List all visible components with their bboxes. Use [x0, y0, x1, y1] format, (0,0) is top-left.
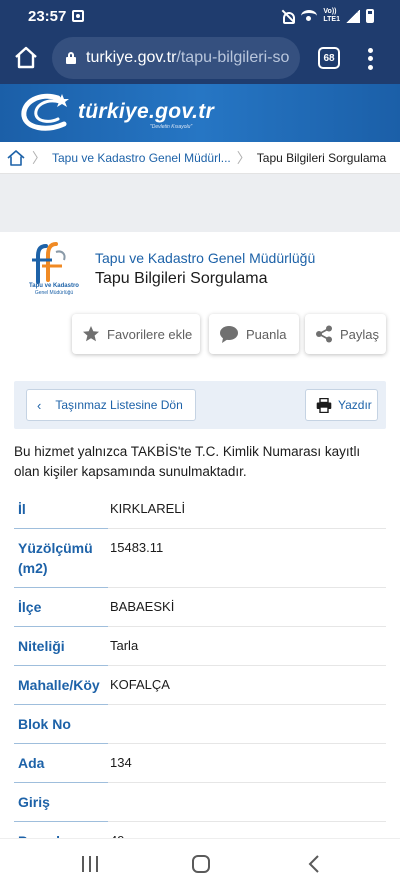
service-notice: Bu hizmet yalnızca TAKBİS'te T.C. Kimlik… — [14, 444, 361, 479]
share-icon — [315, 325, 333, 343]
info-value — [108, 705, 386, 744]
printer-icon — [316, 397, 332, 413]
site-logo-slogan: "Devletin Kısayolu" — [150, 124, 193, 130]
system-nav-bar — [0, 838, 400, 888]
breadcrumb-item-current: Tapu Bilgileri Sorgulama — [256, 150, 387, 165]
info-value: KOFALÇA — [108, 666, 386, 705]
info-row-yuzolcumu: Yüzölçümü (m2) 15483.11 — [14, 529, 386, 588]
info-row-ilce: İlçe BABAESKİ — [14, 588, 386, 627]
info-label: Niteliği — [14, 627, 108, 666]
site-logo-text[interactable]: türkiye.gov.tr — [78, 100, 214, 124]
info-label: Ada — [14, 744, 108, 783]
info-row-ada: Ada 134 — [14, 744, 386, 783]
back-to-list-label: Taşınmaz Listesine Dön — [55, 398, 183, 412]
mute-icon — [281, 9, 296, 24]
header-spacer — [0, 174, 400, 232]
property-info-list: İl KIRKLARELİ Yüzölçümü (m2) 15483.11 İl… — [14, 490, 386, 861]
menu-dot — [367, 47, 373, 53]
status-time: 23:57 — [28, 8, 67, 25]
info-label: Mahalle/Köy — [14, 666, 108, 705]
add-favorite-label: Favorilere ekle — [107, 326, 193, 342]
browser-home-button[interactable] — [12, 44, 40, 72]
notification-icon — [72, 10, 84, 22]
add-favorite-button[interactable]: Favorilere ekle — [72, 314, 200, 354]
menu-dot — [367, 65, 373, 71]
status-icons: Vo)) LTE1 — [281, 8, 374, 24]
tab-count: 68 — [323, 52, 335, 64]
browser-toolbar: turkiye.gov.tr/tapu-bilgileri-so 68 — [0, 34, 400, 84]
system-home-button[interactable] — [192, 855, 210, 873]
recent-apps-button[interactable] — [82, 856, 98, 872]
url-path: /tapu-bilgileri-so — [176, 49, 290, 66]
tab-switcher-button[interactable]: 68 — [318, 47, 340, 69]
chevron-right-icon: 〉 — [236, 149, 251, 166]
menu-dot — [367, 56, 373, 62]
tkgm-logo-caption: Tapu ve Kadastro Genel Müdürlüğü — [22, 283, 86, 297]
info-value: Tarla — [108, 627, 386, 666]
chevron-right-icon: 〉 — [32, 149, 46, 166]
info-row-giris: Giriş — [14, 783, 386, 822]
institution-name[interactable]: Tapu ve Kadastro Genel Müdürlüğü — [95, 250, 315, 266]
print-button[interactable]: Yazdır — [305, 389, 378, 421]
home-icon — [15, 46, 37, 69]
info-row-niteligi: Niteliği Tarla — [14, 627, 386, 666]
info-value: KIRKLARELİ — [108, 490, 386, 529]
network-label-top: Vo)) — [323, 8, 337, 15]
browser-menu-button[interactable] — [364, 46, 376, 72]
share-label: Paylaş — [340, 326, 380, 342]
action-panel: ‹ Taşınmaz Listesine Dön Yazdır — [14, 381, 386, 429]
wifi-icon — [301, 10, 318, 22]
info-label: İl — [14, 490, 108, 529]
breadcrumb-home-icon[interactable] — [6, 148, 26, 168]
system-back-button[interactable] — [306, 854, 322, 874]
tkgm-logo-caption-main: Tapu ve Kadastro — [29, 283, 79, 289]
star-icon — [82, 325, 100, 343]
info-value: BABAESKİ — [108, 588, 386, 627]
rate-label: Puanla — [246, 326, 287, 342]
info-value — [108, 783, 386, 822]
recent-bar — [96, 856, 98, 872]
network-label-bottom: LTE1 — [323, 16, 340, 23]
signal-icon — [346, 9, 360, 23]
speech-bubble-icon — [219, 325, 239, 343]
info-row-mahalle: Mahalle/Köy KOFALÇA — [14, 666, 386, 705]
share-button[interactable]: Paylaş — [305, 314, 386, 354]
chevron-left-icon: ‹ — [37, 397, 42, 413]
info-label: İlçe — [14, 588, 108, 627]
info-value: 134 — [108, 744, 386, 783]
breadcrumb: 〉 Tapu ve Kadastro Genel Müdürl... 〉 Tap… — [0, 142, 400, 174]
info-value: 15483.11 — [108, 529, 386, 588]
info-label: Blok No — [14, 705, 108, 744]
turkiye-logo-icon[interactable] — [18, 90, 74, 134]
address-bar[interactable]: turkiye.gov.tr/tapu-bilgileri-so — [52, 37, 300, 79]
info-row-il: İl KIRKLARELİ — [14, 490, 386, 529]
tkgm-logo-caption-sub: Genel Müdürlüğü — [34, 290, 74, 296]
recent-bar — [82, 856, 84, 872]
back-to-list-button[interactable]: ‹ Taşınmaz Listesine Dön — [26, 389, 196, 421]
network-label: Vo)) LTE1 — [323, 8, 340, 24]
info-label: Giriş — [14, 783, 108, 822]
status-bar: 23:57 Vo)) LTE1 — [0, 0, 400, 34]
lock-icon — [66, 52, 76, 64]
page-title: Tapu Bilgileri Sorgulama — [95, 270, 268, 287]
recent-bar — [89, 856, 91, 872]
site-header: türkiye.gov.tr "Devletin Kısayolu" — [0, 84, 400, 142]
info-row-blok: Blok No — [14, 705, 386, 744]
rate-button[interactable]: Puanla — [209, 314, 299, 354]
url-domain: turkiye.gov.tr — [86, 49, 177, 66]
print-label: Yazdır — [338, 398, 372, 412]
info-label: Yüzölçümü (m2) — [14, 529, 108, 588]
battery-icon — [366, 9, 374, 23]
breadcrumb-item-institution[interactable]: Tapu ve Kadastro Genel Müdürl... — [52, 151, 231, 165]
